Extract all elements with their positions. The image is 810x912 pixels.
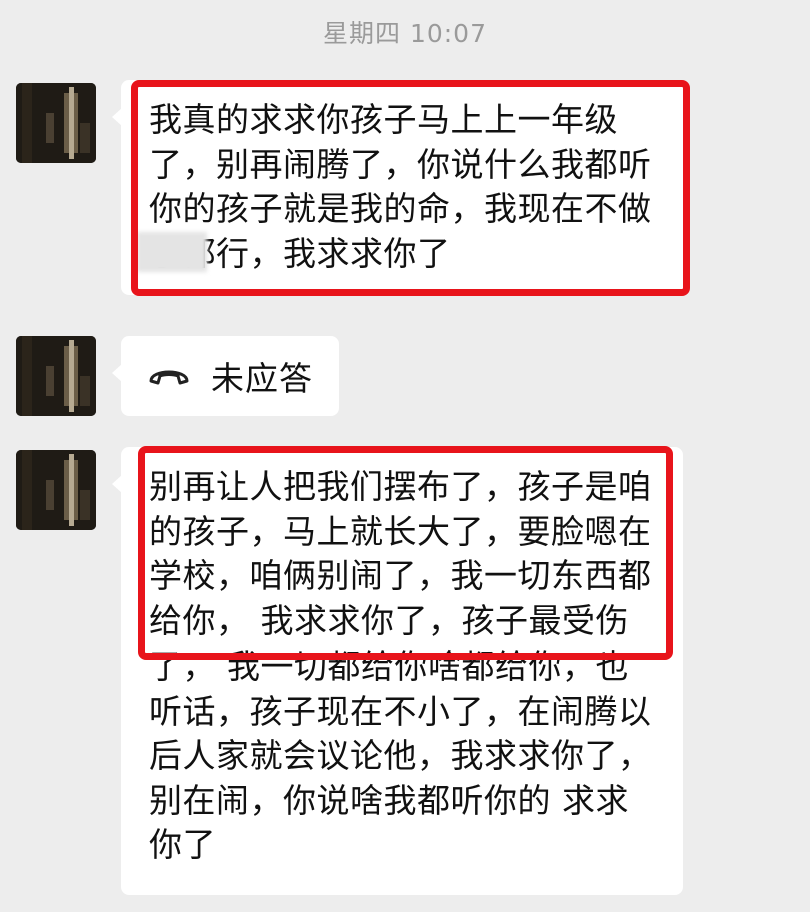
- message-bubble[interactable]: 我真的求求你孩子马上上一年级 了，别再闹腾了，你说什么我都听 你的孩子就是我的命…: [112, 80, 686, 295]
- message-bubble[interactable]: 别再让人把我们摆布了，孩子是咱 的孩子，马上就长大了，要脸嗯在 学校，咱俩别闹了…: [112, 447, 683, 895]
- avatar-image: [16, 450, 96, 530]
- message-text: 我真的求求你孩子马上上一年级 了，别再闹腾了，你说什么我都听 你的孩子就是我的命…: [149, 100, 652, 273]
- redacted-region: [137, 232, 207, 272]
- message-timestamp: 星期四 10:07: [323, 19, 487, 48]
- call-bubble[interactable]: 未应答: [112, 336, 339, 416]
- message-text-highlighted: 别再让人把我们摆布了，孩子是咱 的孩子，马上就长大了，要脸嗯在 学校，咱俩别闹了…: [149, 467, 652, 640]
- contact-avatar[interactable]: [16, 83, 96, 163]
- contact-avatar[interactable]: [16, 336, 96, 416]
- message-text: 了， 我一切都给你啥都给你，也 听话，孩子现在不小了，在闹腾以 后人家就会议论他…: [149, 647, 652, 864]
- avatar-image: [16, 336, 96, 416]
- contact-avatar[interactable]: [16, 450, 96, 530]
- avatar-image: [16, 83, 96, 163]
- phone-hangup-icon: [147, 361, 191, 391]
- call-status-text: 未应答: [211, 359, 313, 398]
